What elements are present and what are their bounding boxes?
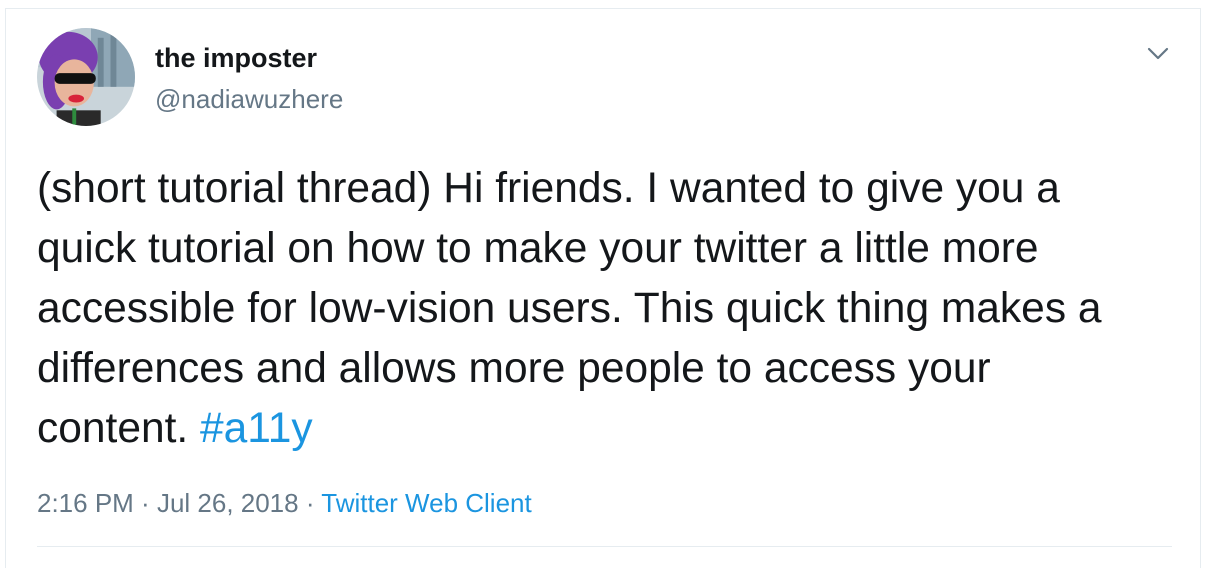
tweet-text-line: content. #a11y	[37, 399, 1187, 459]
profile-photo-icon	[37, 28, 135, 126]
divider	[37, 546, 1172, 547]
tweet-text-line: quick tutorial on how to make your twitt…	[37, 225, 1039, 272]
tweet-menu-button[interactable]	[1144, 39, 1172, 67]
tweet-card: the imposter @nadiawuzhere (short tutori…	[5, 8, 1201, 568]
tweet-text-line: (short tutorial thread) Hi friends. I wa…	[37, 165, 1060, 212]
tweet-date[interactable]: Jul 26, 2018	[157, 488, 299, 518]
tweet-time[interactable]: 2:16 PM	[37, 488, 134, 518]
chevron-down-icon	[1147, 47, 1169, 60]
meta-separator: ·	[133, 488, 157, 518]
tweet-source-link[interactable]: Twitter Web Client	[321, 488, 531, 518]
username-handle[interactable]: @nadiawuzhere	[155, 84, 343, 115]
tweet-text-last: content.	[37, 405, 201, 452]
avatar[interactable]	[37, 28, 135, 126]
tweet-text-line: differences and allows more people to ac…	[37, 345, 991, 392]
display-name[interactable]: the imposter	[155, 43, 317, 74]
tweet-text-line: accessible for low-vision users. This qu…	[37, 285, 1102, 332]
tweet-text: (short tutorial thread) Hi friends. I wa…	[37, 159, 1187, 459]
tweet-metadata: 2:16 PM · Jul 26, 2018 · Twitter Web Cli…	[37, 488, 532, 519]
hashtag-link[interactable]: #a11y	[200, 405, 313, 452]
meta-separator: ·	[298, 488, 322, 518]
